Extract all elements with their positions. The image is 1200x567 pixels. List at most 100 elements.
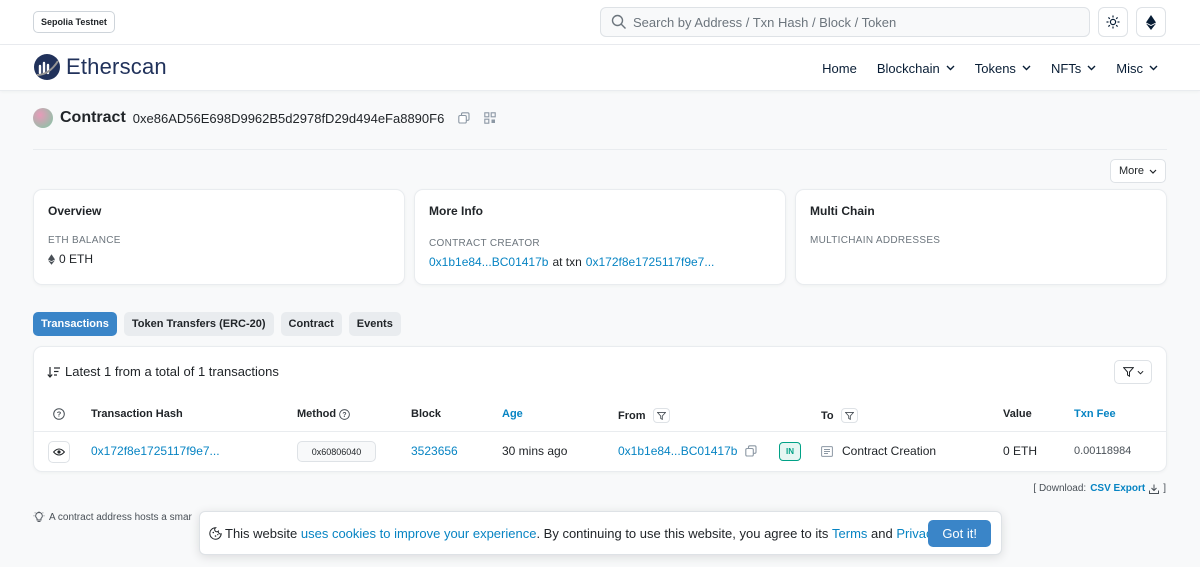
card-title: Overview <box>48 204 102 218</box>
cookie-text: This website <box>225 525 298 541</box>
nav-label: NFTs <box>1050 60 1082 76</box>
age-text: 30 mins ago <box>502 444 568 458</box>
contract-header: Contract 0xe86AD56E698D9962B5d2978fD29d4… <box>33 108 497 128</box>
divider <box>33 149 1167 150</box>
multi-chain-card: Multi Chain MULTICHAIN ADDRESSES <box>795 189 1167 285</box>
from-address-link[interactable]: 0x1b1e84...BC01417b <box>618 444 737 458</box>
nav-item-nfts[interactable]: NFTs <box>1051 61 1096 76</box>
etherscan-logo[interactable]: Etherscan <box>33 53 167 81</box>
info-icon[interactable]: ? <box>339 408 350 420</box>
tab-events[interactable]: Events <box>348 312 401 336</box>
to-cell: Contract Creation <box>821 444 936 458</box>
preview-button[interactable] <box>48 441 70 463</box>
from-header-label: From <box>618 409 646 422</box>
nav-item-misc[interactable]: Misc <box>1116 61 1158 76</box>
contract-creator-label: CONTRACT CREATOR <box>429 238 540 249</box>
search-box[interactable] <box>600 7 1090 37</box>
search-icon <box>611 14 626 29</box>
tab-transactions[interactable]: Transactions <box>33 312 117 336</box>
download-row: [ Download: CSV Export ] <box>1033 483 1166 494</box>
page-title: Contract <box>60 109 126 126</box>
download-prefix: [ Download: <box>1033 483 1087 494</box>
block-link[interactable]: 3523656 <box>411 444 458 458</box>
document-icon <box>821 445 833 457</box>
column-header-value: Value <box>1003 408 1032 420</box>
nav-item-blockchain[interactable]: Blockchain <box>877 61 955 76</box>
column-header-block: Block <box>411 408 441 420</box>
direction-badge: IN <box>779 442 801 461</box>
cookies-link[interactable]: uses cookies to improve your experience <box>301 526 537 541</box>
fee-text: 0.00118984 <box>1074 445 1132 457</box>
card-title: More Info <box>429 204 483 218</box>
card-title: Multi Chain <box>810 204 875 218</box>
more-label: More <box>1118 165 1144 177</box>
method-header-label: Method <box>297 408 337 420</box>
transactions-table-card: Latest 1 from a total of 1 transactions … <box>33 346 1167 472</box>
theme-toggle-button[interactable] <box>1098 7 1128 37</box>
chevron-down-icon <box>1137 370 1143 375</box>
search-input[interactable] <box>633 14 1089 30</box>
network-badge[interactable]: Sepolia Testnet <box>33 11 115 33</box>
creation-txn-link[interactable]: 0x172f8e1725117f9e7... <box>586 255 715 269</box>
download-icon <box>1149 484 1160 494</box>
main-navbar: Etherscan Home Blockchain Tokens NFTs Mi… <box>0 45 1200 91</box>
contract-creator-value: 0x1b1e84...BC01417b at txn 0x172f8e17251… <box>429 255 771 269</box>
column-header-from: From <box>618 408 670 423</box>
ethereum-icon <box>1146 14 1156 30</box>
sort-icon <box>47 366 60 378</box>
chevron-down-icon <box>1149 169 1157 174</box>
filter-dropdown-button[interactable] <box>1114 360 1152 384</box>
tab-contract[interactable]: Contract <box>280 312 342 336</box>
eth-balance-value: 0 ETH <box>48 252 390 266</box>
nav-label: Blockchain <box>876 60 940 76</box>
value-text: 0 ETH <box>1003 444 1038 458</box>
balance-text: 0 ETH <box>59 252 94 266</box>
overview-card: Overview ETH BALANCE 0 ETH <box>33 189 405 285</box>
tab-bar: Transactions Token Transfers (ERC-20) Co… <box>33 312 408 336</box>
terms-link[interactable]: Terms <box>832 526 867 541</box>
multichain-addresses-label[interactable]: MULTICHAIN ADDRESSES <box>810 235 1152 246</box>
nav-label: Misc <box>1116 60 1143 76</box>
contract-creation-text: Contract Creation <box>842 444 937 458</box>
transaction-hash-link[interactable]: 0x172f8e1725117f9e7... <box>91 444 220 458</box>
filter-icon <box>1122 367 1134 377</box>
accept-cookies-button[interactable]: Got it! <box>928 520 991 547</box>
chevron-down-icon <box>1149 65 1158 71</box>
column-header-age[interactable]: Age <box>502 408 523 420</box>
summary-text: Latest 1 from a total of 1 transactions <box>65 364 279 379</box>
to-header-label: To <box>821 409 834 422</box>
hint-text: A contract address hosts a smar <box>49 511 192 523</box>
tab-token-transfers[interactable]: Token Transfers (ERC-20) <box>123 312 274 336</box>
copy-icon[interactable] <box>745 445 757 457</box>
table-divider <box>34 431 1166 432</box>
column-header-to: To <box>821 408 858 423</box>
qr-code-icon[interactable] <box>484 112 497 124</box>
more-dropdown-button[interactable]: More <box>1109 159 1166 183</box>
csv-export-link[interactable]: CSV Export <box>1090 483 1145 494</box>
nav-label: Home <box>822 60 857 76</box>
eye-icon <box>53 448 65 456</box>
nav-menu: Home Blockchain Tokens NFTs Misc <box>802 45 1158 91</box>
filter-icon[interactable] <box>652 408 670 423</box>
column-header-method: Method? <box>297 408 350 420</box>
chevron-down-icon <box>1087 65 1096 71</box>
nav-item-home[interactable]: Home <box>822 61 857 76</box>
nav-item-tokens[interactable]: Tokens <box>975 61 1031 76</box>
from-cell: 0x1b1e84...BC01417b <box>618 444 757 458</box>
contract-address: 0xe86AD56E698D9962B5d2978fD29d494eFa8890… <box>132 110 445 126</box>
help-icon[interactable]: ? <box>53 408 65 420</box>
cookie-banner: This website uses cookies to improve you… <box>199 511 1002 555</box>
copy-icon[interactable] <box>458 112 470 124</box>
filter-icon[interactable] <box>840 408 858 423</box>
transactions-summary: Latest 1 from a total of 1 transactions <box>47 364 279 379</box>
nav-label: Tokens <box>974 60 1016 76</box>
top-bar: Sepolia Testnet <box>0 0 1200 45</box>
eth-balance-label: ETH BALANCE <box>48 235 121 246</box>
chevron-down-icon <box>1022 65 1031 71</box>
lightbulb-icon <box>33 511 45 522</box>
contract-avatar <box>33 108 53 128</box>
network-switch-button[interactable] <box>1136 7 1166 37</box>
svg-text:?: ? <box>57 410 62 419</box>
creator-address-link[interactable]: 0x1b1e84...BC01417b <box>429 255 548 269</box>
column-header-fee[interactable]: Txn Fee <box>1074 408 1116 420</box>
